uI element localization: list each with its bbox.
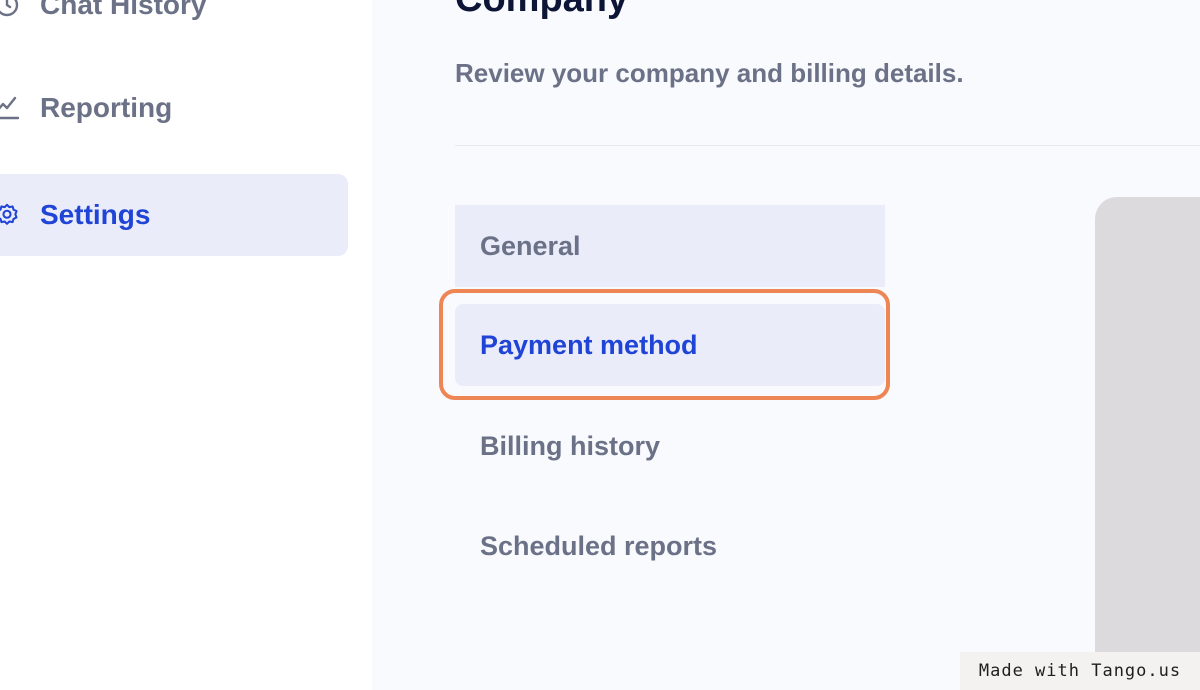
page-title: Company bbox=[455, 0, 628, 21]
content-panel bbox=[1095, 197, 1200, 690]
tab-scheduled-reports[interactable]: Scheduled reports bbox=[455, 505, 885, 587]
sidebar-item-label: Settings bbox=[40, 199, 151, 230]
tab-billing-history[interactable]: Billing history bbox=[455, 405, 885, 487]
sidebar-item-settings[interactable]: Settings bbox=[0, 174, 348, 256]
app-window: Chat History Reporting Settings Company bbox=[0, 0, 1200, 690]
tab-general[interactable]: General bbox=[455, 205, 885, 287]
divider bbox=[455, 145, 1200, 146]
sidebar: Chat History Reporting Settings bbox=[0, 0, 373, 690]
page-subtitle: Review your company and billing details. bbox=[455, 58, 964, 88]
sidebar-item-label: Reporting bbox=[40, 92, 173, 123]
click-highlight bbox=[439, 289, 890, 400]
sidebar-item-reporting[interactable]: Reporting bbox=[0, 67, 348, 149]
sidebar-item-label: Chat History bbox=[40, 0, 207, 20]
chat-history-icon bbox=[0, 0, 20, 18]
sidebar-item-chat-history[interactable]: Chat History bbox=[0, 0, 348, 46]
chart-line-icon bbox=[0, 95, 20, 121]
tango-watermark: Made with Tango.us bbox=[960, 652, 1200, 690]
gear-icon bbox=[0, 202, 20, 228]
